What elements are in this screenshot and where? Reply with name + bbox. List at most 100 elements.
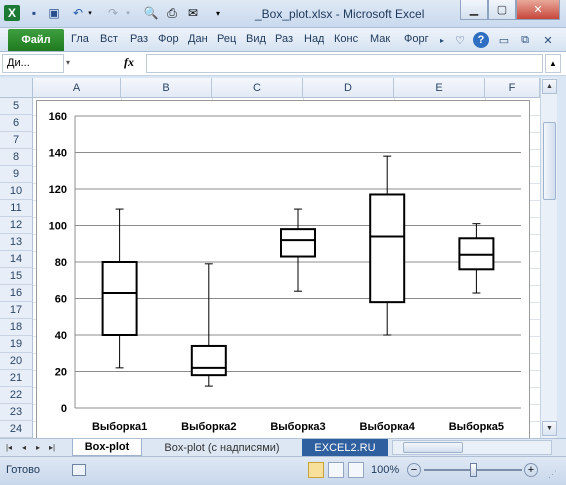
tab-view[interactable]: Вид [246, 33, 266, 45]
close-icon[interactable]: ✕ [516, 0, 560, 20]
zoom-in-icon[interactable]: + [524, 463, 538, 477]
sheet-tab-box-plot[interactable]: Box-plot [72, 439, 142, 456]
zoom-slider-thumb[interactable] [470, 463, 477, 477]
tab-addins[interactable]: Над [304, 33, 324, 45]
y-tick-label: 20 [55, 367, 67, 379]
prev-sheet-icon[interactable]: ◂ [18, 441, 30, 454]
row-header[interactable]: 21 [0, 370, 33, 387]
x-tick-label: Выборка5 [449, 421, 504, 433]
row-header[interactable]: 9 [0, 166, 33, 183]
row-header[interactable]: 16 [0, 285, 33, 302]
row-header[interactable]: 15 [0, 268, 33, 285]
save-as-icon[interactable]: ▣ [46, 5, 62, 21]
email-icon[interactable]: ✉ [185, 5, 201, 21]
print-icon[interactable]: ⎙ [164, 5, 180, 21]
scroll-up-icon[interactable]: ▲ [542, 79, 557, 94]
zoom-level[interactable]: 100% [371, 464, 399, 476]
x-tick-label: Выборка2 [181, 421, 236, 433]
column-header[interactable]: C [212, 78, 303, 98]
row-header[interactable]: 5 [0, 98, 33, 115]
column-header[interactable]: B [121, 78, 212, 98]
row-header[interactable]: 12 [0, 217, 33, 234]
name-box[interactable]: Ди... [2, 54, 64, 73]
row-header[interactable]: 6 [0, 115, 33, 132]
minimize-ribbon-icon[interactable]: ♡ [452, 32, 468, 48]
horizontal-scrollbar[interactable] [392, 440, 552, 455]
row-header[interactable]: 10 [0, 183, 33, 200]
x-tick-label: Выборка3 [270, 421, 325, 433]
window-restore-icon[interactable]: ⧉ [517, 32, 533, 48]
tab-review[interactable]: Рец [217, 33, 236, 45]
maximize-icon[interactable]: ▢ [488, 0, 516, 20]
row-header[interactable]: 19 [0, 336, 33, 353]
row-header[interactable]: 11 [0, 200, 33, 217]
undo-dropdown-icon[interactable]: ▾ [82, 5, 98, 21]
column-header[interactable]: F [485, 78, 540, 98]
minimize-icon[interactable]: ▁ [460, 0, 488, 20]
zoom-out-icon[interactable]: − [407, 463, 421, 477]
page-layout-view-icon[interactable] [328, 462, 344, 478]
box [280, 228, 316, 258]
row-header[interactable]: 7 [0, 132, 33, 149]
row-header[interactable]: 8 [0, 149, 33, 166]
chart-canvas: 0 20 40 60 80 100 120 140 160 Выборка1 Выборка2 Выб… [49, 111, 521, 433]
x-tick-label: Выборка1 [92, 421, 147, 433]
resize-grip-icon[interactable]: ⋰ [548, 469, 560, 481]
tab-constructor[interactable]: Конс [334, 33, 358, 45]
window-minimize-icon[interactable]: ▭ [496, 32, 512, 48]
help-icon[interactable]: ? [473, 32, 489, 48]
select-all-corner[interactable] [0, 78, 33, 98]
y-tick-label: 140 [49, 148, 67, 160]
file-tab[interactable]: Файл [8, 29, 64, 51]
more-tabs-icon[interactable]: ▸ [434, 32, 450, 48]
insert-function-icon[interactable]: fx [124, 55, 134, 70]
box [190, 344, 227, 377]
row-header[interactable]: 17 [0, 302, 33, 319]
horizontal-scroll-thumb[interactable] [403, 442, 463, 453]
print-preview-icon[interactable]: 🔍 [143, 5, 159, 21]
last-sheet-icon[interactable]: ▸| [46, 441, 58, 454]
box [101, 261, 138, 336]
customize-dropdown-icon[interactable]: ▾ [210, 5, 226, 21]
macro-record-icon[interactable] [72, 464, 86, 476]
row-header[interactable]: 13 [0, 234, 33, 251]
row-header[interactable]: 18 [0, 319, 33, 336]
save-icon[interactable]: ▪ [26, 5, 42, 21]
status-bar: Готово 100% − + ⋰ [0, 456, 566, 485]
row-header[interactable]: 20 [0, 353, 33, 370]
scroll-down-icon[interactable]: ▼ [542, 421, 557, 436]
tab-developer[interactable]: Раз [275, 33, 293, 45]
tab-data[interactable]: Дан [188, 33, 208, 45]
tab-layout[interactable]: Мак [370, 33, 390, 45]
tab-format[interactable]: Форг [404, 33, 429, 45]
row-header[interactable]: 24 [0, 421, 33, 438]
row-header[interactable]: 14 [0, 251, 33, 268]
name-box-dropdown-icon[interactable]: ▾ [66, 58, 70, 67]
first-sheet-icon[interactable]: |◂ [3, 441, 15, 454]
vertical-scrollbar[interactable]: ▲ ▼ [540, 78, 557, 438]
row-header[interactable]: 23 [0, 404, 33, 421]
normal-view-icon[interactable] [308, 462, 324, 478]
tab-formulas[interactable]: Фор [158, 33, 179, 45]
column-header[interactable]: D [303, 78, 394, 98]
column-header[interactable]: E [394, 78, 485, 98]
tab-home[interactable]: Гла [71, 33, 89, 45]
next-sheet-icon[interactable]: ▸ [32, 441, 44, 454]
row-header[interactable]: 22 [0, 387, 33, 404]
tab-page-layout[interactable]: Раз [130, 33, 148, 45]
sheet-tab-box-plot-labels[interactable]: Box-plot (с надписями) [144, 439, 300, 456]
excel-logo-icon[interactable]: X [4, 5, 20, 21]
box-plot-chart[interactable]: 0 20 40 60 80 100 120 140 160 Выборка1 Выборка2 Выб… [36, 100, 530, 441]
x-tick-label: Выборка4 [360, 421, 416, 433]
window-close-icon[interactable]: ✕ [540, 32, 556, 48]
column-header[interactable]: A [33, 78, 121, 98]
tab-insert[interactable]: Вст [100, 33, 118, 45]
redo-icon[interactable]: ↷ [105, 5, 121, 21]
vertical-scroll-thumb[interactable] [543, 122, 556, 200]
formula-input[interactable] [146, 54, 543, 73]
redo-dropdown-icon[interactable]: ▾ [120, 5, 136, 21]
page-break-view-icon[interactable] [348, 462, 364, 478]
sheet-tab-excel2ru[interactable]: EXCEL2.RU [302, 439, 388, 456]
y-tick-label: 40 [55, 330, 67, 342]
expand-formula-icon[interactable]: ▲ [545, 54, 561, 73]
